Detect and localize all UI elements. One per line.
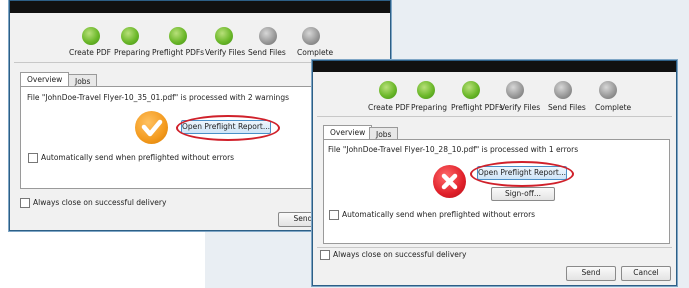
status-text: File "JohnDoe-Travel Flyer-10_35_01.pdf"… — [27, 93, 289, 102]
step-icon-send-files — [259, 27, 277, 45]
step-icon-send-files — [554, 81, 572, 99]
auto-send-label: Automatically send when preflighted with… — [342, 210, 536, 219]
step-label: Verify Files — [500, 103, 541, 112]
step-label: Verify Files — [205, 48, 246, 57]
step-icon-complete — [599, 81, 617, 99]
preflight-window-errors: Create PDF Preparing Preflight PDFs Veri… — [312, 60, 677, 286]
send-button[interactable]: Send — [566, 266, 616, 281]
step-label: Send Files — [248, 48, 286, 57]
always-close-label: Always close on successful delivery — [33, 198, 167, 207]
divider — [317, 247, 672, 248]
warning-check-icon — [135, 111, 168, 144]
status-text: File "JohnDoe-Travel Flyer-10_28_10.pdf"… — [328, 145, 579, 154]
step-label: Preparing — [411, 103, 447, 112]
window-titlebar — [10, 1, 390, 13]
always-close-label: Always close on successful delivery — [333, 250, 467, 259]
step-icon-create-pdf — [82, 27, 100, 45]
step-label: Complete — [595, 103, 632, 112]
step-label: Preflight PDFs — [451, 103, 504, 112]
divider — [317, 116, 672, 117]
cancel-button[interactable]: Cancel — [621, 266, 671, 281]
step-icon-preflight-pdfs — [169, 27, 187, 45]
always-close-checkbox[interactable] — [20, 198, 30, 208]
step-icon-preflight-pdfs — [462, 81, 480, 99]
step-icon-verify-files — [506, 81, 524, 99]
sign-off-button[interactable]: Sign-off... — [491, 187, 555, 201]
error-x-icon — [433, 165, 466, 198]
step-label: Create PDF — [69, 48, 111, 57]
auto-send-checkbox[interactable] — [329, 210, 339, 220]
step-label: Complete — [297, 48, 334, 57]
step-label: Preparing — [114, 48, 150, 57]
highlight-ring — [470, 161, 574, 187]
step-icon-verify-files — [215, 27, 233, 45]
auto-send-checkbox[interactable] — [28, 153, 38, 163]
step-label: Preflight PDFs — [152, 48, 205, 57]
overview-panel: File "JohnDoe-Travel Flyer-10_28_10.pdf"… — [323, 139, 670, 244]
step-label: Send Files — [548, 103, 586, 112]
step-icon-preparing — [417, 81, 435, 99]
step-icon-complete — [302, 27, 320, 45]
auto-send-label: Automatically send when preflighted with… — [41, 153, 235, 162]
step-icon-preparing — [121, 27, 139, 45]
step-label: Create PDF — [368, 103, 410, 112]
always-close-checkbox[interactable] — [320, 250, 330, 260]
step-icon-create-pdf — [379, 81, 397, 99]
highlight-ring — [176, 115, 280, 141]
window-titlebar — [313, 61, 676, 72]
